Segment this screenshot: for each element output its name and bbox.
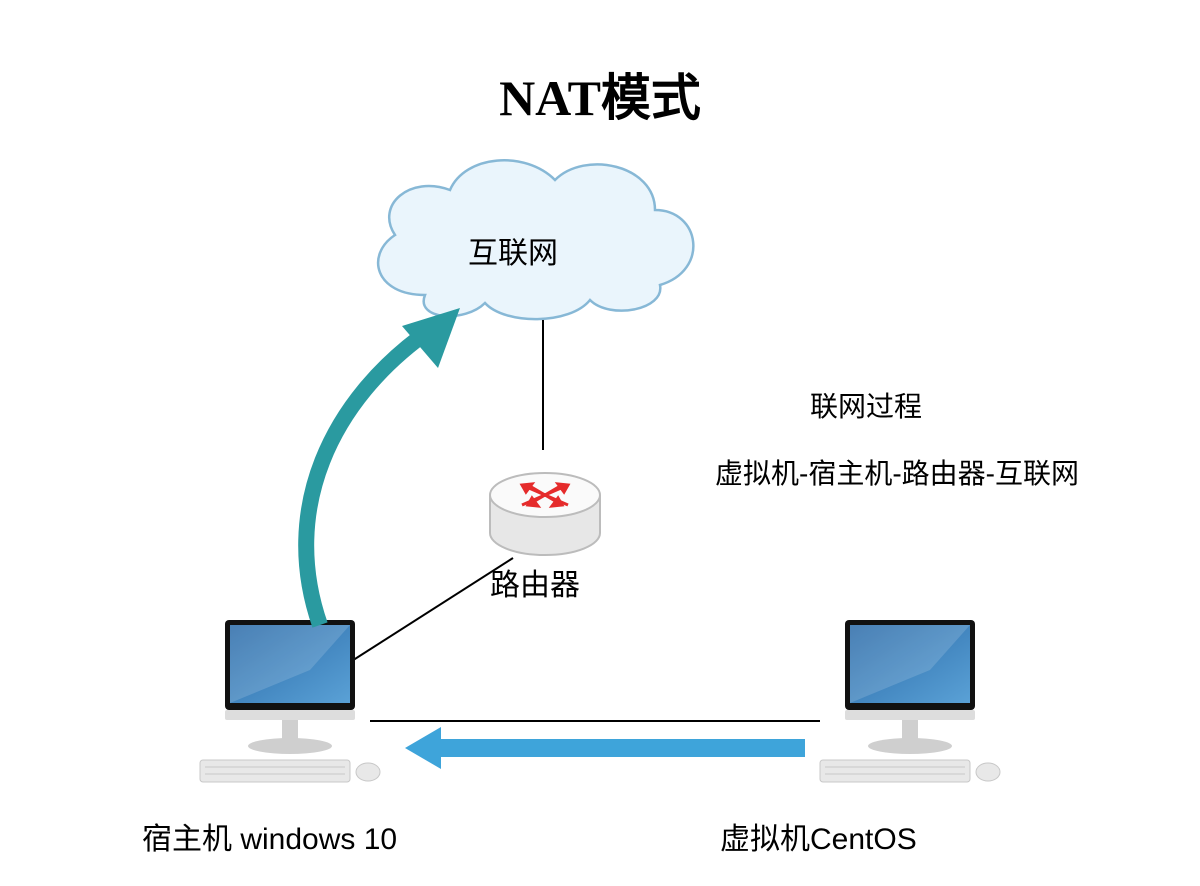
vm-label: 虚拟机CentOS xyxy=(720,814,917,858)
internet-label: 互联网 xyxy=(468,228,558,272)
process-path: 虚拟机-宿主机-路由器-互联网 xyxy=(715,452,1079,492)
arrow-left-icon xyxy=(405,735,805,761)
curved-arrow-up-icon xyxy=(290,290,510,630)
link-host-vm xyxy=(370,720,820,722)
link-cloud-router xyxy=(542,320,544,450)
desktop-computer-icon xyxy=(810,610,1010,800)
diagram-stage: NAT模式 互联网 xyxy=(0,0,1200,886)
process-heading: 联网过程 xyxy=(810,385,922,425)
host-label: 宿主机 windows 10 xyxy=(142,814,397,858)
diagram-title: NAT模式 xyxy=(0,58,1200,130)
desktop-computer-icon xyxy=(190,610,390,800)
